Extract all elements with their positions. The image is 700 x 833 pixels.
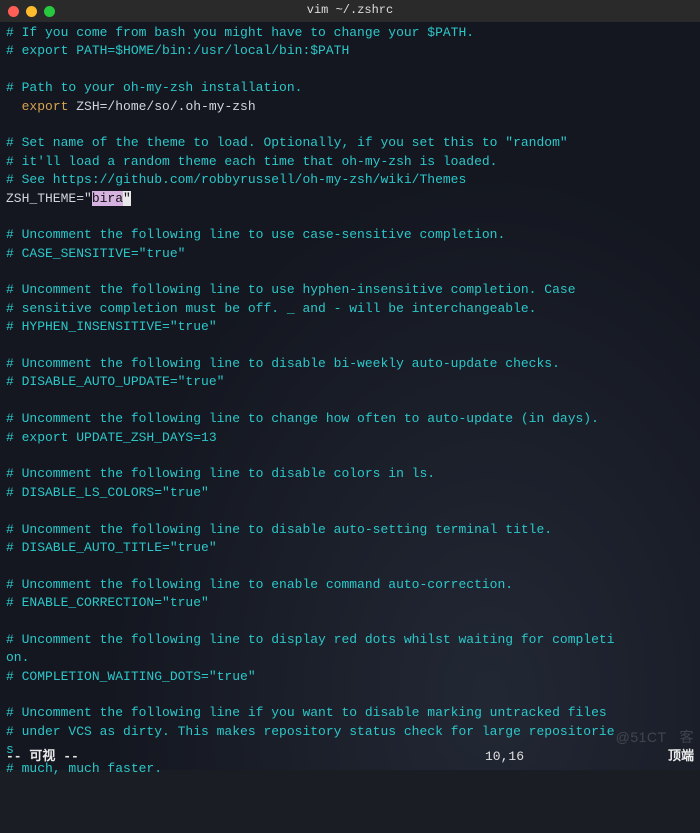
vim-mode-indicator: -- 可视 --: [6, 748, 79, 766]
code-segment: # Uncomment the following line to disabl…: [6, 356, 560, 371]
editor-line[interactable]: export ZSH=/home/so/.oh-my-zsh: [6, 98, 694, 116]
editor-line[interactable]: # Uncomment the following line to change…: [6, 410, 694, 428]
editor-line[interactable]: ZSH_THEME="bira": [6, 190, 694, 208]
traffic-lights: [8, 6, 55, 17]
code-segment: # See https://github.com/robbyrussell/oh…: [6, 172, 466, 187]
editor-line[interactable]: [6, 686, 694, 704]
watermark-text: @51CT 客: [616, 728, 694, 748]
editor-line[interactable]: on.: [6, 649, 694, 667]
editor-line[interactable]: [6, 263, 694, 281]
scroll-indicator: 顶端: [668, 748, 694, 766]
editor-line[interactable]: # Set name of the theme to load. Optiona…: [6, 134, 694, 152]
close-icon[interactable]: [8, 6, 19, 17]
editor-line[interactable]: [6, 502, 694, 520]
code-segment: # CASE_SENSITIVE="true": [6, 246, 185, 261]
code-segment: ZSH=/home/so/.oh-my-zsh: [68, 99, 255, 114]
code-segment: # export UPDATE_ZSH_DAYS=13: [6, 430, 217, 445]
cursor-position: 10,16: [485, 748, 524, 766]
editor-line[interactable]: # Uncomment the following line to use ca…: [6, 226, 694, 244]
code-segment: # DISABLE_LS_COLORS="true": [6, 485, 209, 500]
editor-line[interactable]: # COMPLETION_WAITING_DOTS="true": [6, 668, 694, 686]
code-segment: # Set name of the theme to load. Optiona…: [6, 135, 568, 150]
minimize-icon[interactable]: [26, 6, 37, 17]
code-segment: export: [22, 99, 69, 114]
window-titlebar: vim ~/.zshrc: [0, 0, 700, 22]
code-segment: # Uncomment the following line to disabl…: [6, 466, 435, 481]
maximize-icon[interactable]: [44, 6, 55, 17]
editor-line[interactable]: # ENABLE_CORRECTION="true": [6, 594, 694, 612]
editor-line[interactable]: # export UPDATE_ZSH_DAYS=13: [6, 429, 694, 447]
vim-status-line: -- 可视 -- 10,16 顶端: [6, 748, 694, 766]
editor-line[interactable]: # Uncomment the following line to enable…: [6, 576, 694, 594]
editor-line[interactable]: # Path to your oh-my-zsh installation.: [6, 79, 694, 97]
window-title: vim ~/.zshrc: [0, 2, 700, 19]
code-segment: # If you come from bash you might have t…: [6, 25, 474, 40]
editor-line[interactable]: [6, 208, 694, 226]
editor-line[interactable]: # CASE_SENSITIVE="true": [6, 245, 694, 263]
editor-line[interactable]: # Uncomment the following line if you wa…: [6, 704, 694, 722]
code-segment: ": [123, 191, 131, 206]
code-segment: ZSH_THEME=: [6, 191, 84, 206]
editor-line[interactable]: # DISABLE_LS_COLORS="true": [6, 484, 694, 502]
code-segment: [6, 99, 22, 114]
code-segment: # DISABLE_AUTO_UPDATE="true": [6, 374, 224, 389]
editor-line[interactable]: # HYPHEN_INSENSITIVE="true": [6, 318, 694, 336]
editor-line[interactable]: # under VCS as dirty. This makes reposit…: [6, 723, 694, 741]
editor-line[interactable]: # DISABLE_AUTO_TITLE="true": [6, 539, 694, 557]
code-segment: # Uncomment the following line to use hy…: [6, 282, 576, 297]
code-segment: # DISABLE_AUTO_TITLE="true": [6, 540, 217, 555]
code-segment: # ENABLE_CORRECTION="true": [6, 595, 209, 610]
editor-line[interactable]: [6, 557, 694, 575]
code-segment: # it'll load a random theme each time th…: [6, 154, 497, 169]
editor-line[interactable]: # Uncomment the following line to disabl…: [6, 521, 694, 539]
code-segment: # Uncomment the following line to enable…: [6, 577, 513, 592]
editor-line[interactable]: # Uncomment the following line to disabl…: [6, 355, 694, 373]
code-segment: # Uncomment the following line to use ca…: [6, 227, 505, 242]
code-segment: # sensitive completion must be off. _ an…: [6, 301, 537, 316]
code-segment: # Uncomment the following line to change…: [6, 411, 599, 426]
code-segment: bira: [92, 191, 123, 206]
editor-line[interactable]: [6, 613, 694, 631]
editor-line[interactable]: # it'll load a random theme each time th…: [6, 153, 694, 171]
editor-line[interactable]: [6, 61, 694, 79]
editor-line[interactable]: # Uncomment the following line to displa…: [6, 631, 694, 649]
code-segment: # Uncomment the following line to displa…: [6, 632, 615, 647]
code-segment: on.: [6, 650, 29, 665]
code-segment: # under VCS as dirty. This makes reposit…: [6, 724, 615, 739]
code-segment: # export PATH=$HOME/bin:/usr/local/bin:$…: [6, 43, 349, 58]
editor-line[interactable]: # If you come from bash you might have t…: [6, 24, 694, 42]
editor-viewport[interactable]: # If you come from bash you might have t…: [0, 22, 700, 770]
editor-line[interactable]: # Uncomment the following line to disabl…: [6, 465, 694, 483]
editor-line[interactable]: # export PATH=$HOME/bin:/usr/local/bin:$…: [6, 42, 694, 60]
code-segment: # Path to your oh-my-zsh installation.: [6, 80, 302, 95]
code-segment: # COMPLETION_WAITING_DOTS="true": [6, 669, 256, 684]
editor-line[interactable]: # See https://github.com/robbyrussell/oh…: [6, 171, 694, 189]
editor-line[interactable]: [6, 337, 694, 355]
code-segment: # Uncomment the following line if you wa…: [6, 705, 607, 720]
editor-line[interactable]: [6, 392, 694, 410]
code-segment: # HYPHEN_INSENSITIVE="true": [6, 319, 217, 334]
editor-line[interactable]: [6, 447, 694, 465]
editor-line[interactable]: # sensitive completion must be off. _ an…: [6, 300, 694, 318]
code-segment: # Uncomment the following line to disabl…: [6, 522, 552, 537]
editor-line[interactable]: [6, 116, 694, 134]
editor-line[interactable]: # Uncomment the following line to use hy…: [6, 281, 694, 299]
editor-line[interactable]: # DISABLE_AUTO_UPDATE="true": [6, 373, 694, 391]
code-segment: ": [84, 191, 92, 206]
